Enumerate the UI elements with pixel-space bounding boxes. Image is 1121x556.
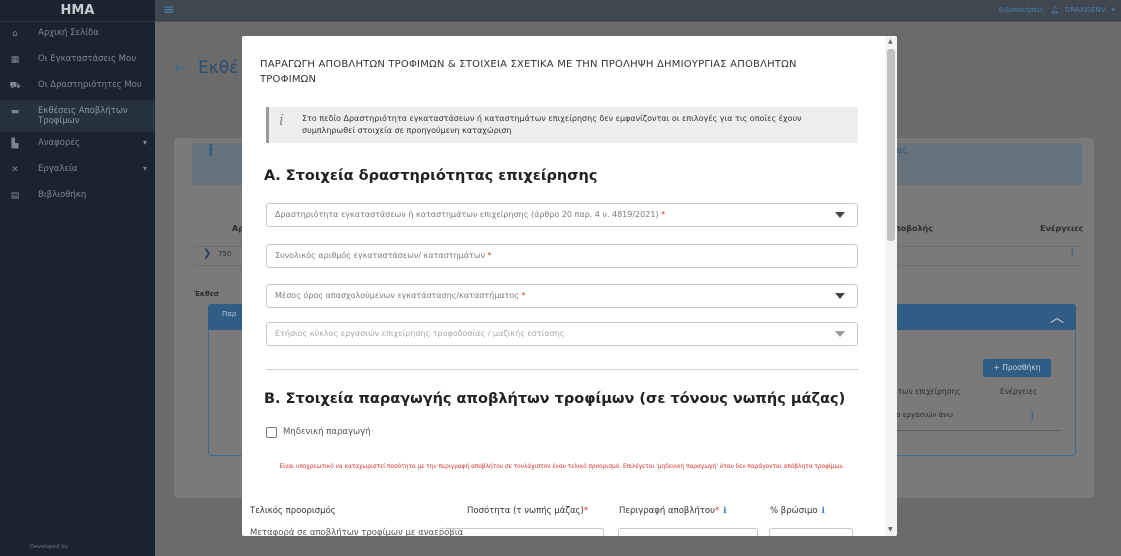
- section-b-heading: Β. Στοιχεία παραγωγής αποβλήτων τροφίμων…: [264, 391, 846, 407]
- column-header-quantity: Ποσότητα (τ νωπής μάζας)*: [467, 506, 589, 516]
- zero-production-checkbox[interactable]: [266, 427, 277, 438]
- caret-down-icon[interactable]: [835, 293, 845, 299]
- info-icon[interactable]: i: [822, 506, 825, 516]
- sidebar-item-tools[interactable]: ✕ Εργαλεία ▾: [0, 158, 155, 184]
- info-icon[interactable]: i: [723, 506, 726, 516]
- chevron-down-icon[interactable]: ❯: [203, 248, 211, 259]
- folder-icon: ▬: [10, 107, 20, 117]
- sidebar-item-label: Αναφορές: [38, 138, 80, 148]
- caret-down-icon[interactable]: [835, 331, 845, 337]
- section-a-heading: Α. Στοιχεία δραστηριότητας επιχείρησης: [264, 168, 598, 184]
- info-icon: i: [208, 141, 214, 160]
- required-mark: *: [661, 210, 666, 219]
- sidebar-item-label: Αρχική Σελίδα: [38, 28, 99, 38]
- page-title: Εκθέ: [198, 58, 239, 78]
- modal-scrollbar[interactable]: ▲ ▼: [885, 36, 897, 536]
- sidebar-item-label: Βιβλιοθήκη: [38, 190, 87, 200]
- divider: [881, 430, 1061, 431]
- sub-table-cell: κλο εργασιών άνω: [888, 411, 953, 419]
- required-mark: *: [487, 251, 492, 260]
- topbar: ≡ Ειδοποιήσεις 🔔︎ DRAXISENV ▾: [155, 0, 1121, 22]
- turnover-placeholder: Ετήσιος κύκλος εργασιών επιχείρησης τροφ…: [275, 329, 565, 338]
- sidebar-item-library[interactable]: ▤ Βιβλιοθήκη: [0, 184, 155, 210]
- activity-placeholder: Δραστηριότητα εγκαταστάσεων ή καταστημάτ…: [275, 210, 659, 219]
- chevron-down-icon[interactable]: ▾: [1111, 6, 1115, 14]
- activity-select[interactable]: Δραστηριότητα εγκαταστάσεων ή καταστημάτ…: [266, 203, 858, 227]
- edible-input[interactable]: [769, 528, 853, 536]
- sidebar-item-home[interactable]: ⌂ Αρχική Σελίδα: [0, 22, 155, 48]
- column-header-description: Περιγραφή αποβλήτου* i: [619, 506, 727, 516]
- truck-icon: ⛟: [9, 81, 21, 91]
- notice-box: i Στο πεδίο Δραστηριότητα εγκαταστάσεων …: [266, 107, 858, 143]
- row-actions-icon[interactable]: ⋮: [1068, 248, 1077, 258]
- quantity-input[interactable]: [439, 528, 604, 536]
- row-actions-icon[interactable]: ⋮: [1028, 412, 1037, 422]
- sidebar-item-label: Εκθέσεις Αποβλήτων Τροφίμων: [38, 106, 128, 126]
- chevron-down-icon: ▾: [142, 138, 147, 147]
- sidebar-item-installations[interactable]: ▦ Οι Εγκαταστάσεις Μου: [0, 48, 155, 74]
- user-menu[interactable]: DRAXISENV: [1065, 6, 1106, 14]
- modal-title: ΠΑΡΑΓΩΓΗ ΑΠΟΒΛΗΤΩΝ ΤΡΟΦΙΜΩΝ & ΣΤΟΙΧΕΙΑ Σ…: [260, 59, 797, 85]
- scroll-up-icon[interactable]: ▲: [888, 38, 893, 45]
- validation-warning: Είναι υποχρεωτικό να καταχωριστεί ποσότη…: [279, 464, 845, 470]
- installations-count-input[interactable]: Συνολικός αριθμός εγκαταστάσεων/ καταστη…: [266, 244, 858, 268]
- sub-column-header-activity: μάτων επιχείρησης: [888, 387, 961, 396]
- developer-credit: Developed by: [30, 544, 69, 550]
- required-mark: *: [521, 291, 526, 300]
- sidebar-item-label: Οι Δραστηριότητες Μου: [38, 80, 142, 90]
- home-icon: ⌂: [12, 29, 18, 39]
- installations-count-placeholder: Συνολικός αριθμός εγκαταστάσεων/ καταστη…: [275, 251, 485, 260]
- sidebar-item-activities[interactable]: ⛟ Οι Δραστηριότητες Μου: [0, 74, 155, 100]
- scrollbar-thumb[interactable]: [887, 49, 895, 241]
- turnover-select[interactable]: Ετήσιος κύκλος εργασιών επιχείρησης τροφ…: [266, 322, 858, 346]
- back-arrow-icon[interactable]: ←: [174, 60, 186, 76]
- chevron-up-icon[interactable]: ︿: [1050, 307, 1064, 327]
- column-header-edible: % βρώσιμο i: [770, 506, 825, 516]
- sidebar-item-label: Οι Εγκαταστάσεις Μου: [38, 54, 137, 64]
- section-divider: [266, 369, 858, 370]
- column-header-actions: Ενέργειες: [1040, 224, 1084, 233]
- building-icon: ▦: [10, 55, 20, 65]
- subsection-header-label: Παρ: [222, 310, 237, 318]
- sidebar-item-label: Εργαλεία: [38, 164, 78, 174]
- column-header-destination: Τελικός προορισμός: [250, 506, 336, 516]
- notice-text: Στο πεδίο Δραστηριότητα εγκαταστάσεων ή …: [302, 114, 802, 135]
- description-input[interactable]: [618, 528, 758, 536]
- hamburger-menu-icon[interactable]: ≡: [163, 3, 175, 17]
- chart-icon: ▙: [11, 139, 19, 149]
- add-button[interactable]: + Προσθήκη: [983, 359, 1051, 377]
- sidebar-item-food-waste-reports[interactable]: ▬ Εκθέσεις Αποβλήτων Τροφίμων: [0, 100, 155, 132]
- scroll-down-icon[interactable]: ▼: [888, 526, 893, 533]
- brand-logo: HMA: [0, 0, 155, 22]
- notifications-link[interactable]: Ειδοποιήσεις: [999, 6, 1044, 14]
- bell-icon[interactable]: 🔔︎: [1050, 6, 1059, 14]
- sub-column-header-actions: Ενέργειες: [1000, 387, 1038, 396]
- row-id: 750: [218, 250, 232, 258]
- sidebar: HMA ⌂ Αρχική Σελίδα ▦ Οι Εγκαταστάσεις Μ…: [0, 0, 155, 556]
- book-icon: ▤: [10, 191, 20, 201]
- caret-down-icon[interactable]: [835, 212, 845, 218]
- tools-icon: ✕: [11, 165, 19, 175]
- required-mark: *: [583, 506, 589, 516]
- info-icon: i: [279, 111, 284, 129]
- employees-placeholder: Μέσος όρος απασχολούμενων εγκατάστασης/κ…: [275, 291, 519, 300]
- sidebar-item-reports[interactable]: ▙ Αναφορές ▾: [0, 132, 155, 158]
- subsection-title: Έκθεσ: [194, 290, 220, 298]
- zero-production-label[interactable]: Μηδενική παραγωγή: [283, 427, 371, 437]
- required-mark: *: [714, 506, 720, 516]
- destination-row-label: Μεταφορά σε αποβλήτων τροφίμων με αναερό…: [250, 528, 464, 536]
- chevron-down-icon: ▾: [142, 164, 147, 173]
- employees-select[interactable]: Μέσος όρος απασχολούμενων εγκατάστασης/κ…: [266, 284, 858, 308]
- food-waste-modal: ΠΑΡΑΓΩΓΗ ΑΠΟΒΛΗΤΩΝ ΤΡΟΦΙΜΩΝ & ΣΤΟΙΧΕΙΑ Σ…: [242, 36, 897, 536]
